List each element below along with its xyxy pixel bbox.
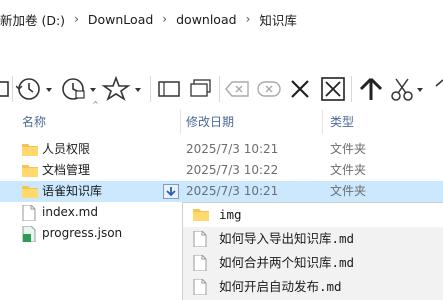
breadcrumb-item-drive[interactable]: 新加卷 (D:) — [0, 10, 65, 29]
subfolder-dropdown: img 如何导入导出知识库.md 如何合并两个知识库.md 如何开启自动发布.m… — [182, 202, 443, 300]
window-icon[interactable] — [154, 66, 184, 112]
column-divider[interactable] — [322, 110, 323, 134]
scissors-icon[interactable] — [388, 66, 428, 112]
file-date: 2025/7/3 10:22 — [186, 163, 279, 177]
partial-icon[interactable] — [428, 66, 443, 112]
file-name: 语雀知识库 — [42, 184, 103, 198]
file-row-selected[interactable]: 语雀知识库 2025/7/3 10:21 文件夹 — [0, 181, 443, 202]
close-icon[interactable] — [286, 66, 314, 112]
close-window-icon[interactable] — [318, 66, 348, 112]
document-icon — [193, 279, 207, 295]
file-date: 2025/7/3 10:21 — [186, 142, 279, 156]
folder-icon — [22, 144, 38, 156]
document-icon — [22, 205, 36, 221]
expand-down-arrow-icon[interactable] — [163, 184, 179, 199]
file-date: 2025/7/3 10:21 — [186, 184, 279, 198]
document-icon — [193, 255, 207, 271]
dropdown-item[interactable]: 如何开启自动发布.md — [183, 275, 443, 299]
dropdown-item[interactable]: 如何导入导出知识库.md — [183, 227, 443, 251]
toolbar-separator — [12, 76, 13, 102]
file-name: 文档管理 — [42, 163, 91, 177]
toolbar-separator — [219, 76, 220, 102]
column-header-modified[interactable]: 修改日期 — [186, 112, 234, 136]
delete-left-icon[interactable] — [222, 66, 252, 112]
dropdown-item-label: 如何合并两个知识库.md — [219, 255, 355, 270]
folder-icon — [22, 186, 38, 198]
recent-time-icon[interactable] — [16, 66, 56, 112]
dropdown-item[interactable]: 如何合并两个知识库.md — [183, 251, 443, 275]
clear-icon[interactable] — [254, 66, 284, 112]
chevron-right-icon[interactable]: › — [162, 12, 167, 26]
file-row[interactable]: 文档管理 2025/7/3 10:22 文件夹 — [0, 160, 443, 181]
folder-icon — [193, 209, 209, 221]
chevron-right-icon[interactable]: › — [74, 12, 79, 26]
breadcrumb-item-download-root[interactable]: DownLoad — [88, 12, 153, 27]
favorite-star-icon[interactable] — [100, 66, 148, 112]
dropdown-item-label: 如何开启自动发布.md — [219, 279, 342, 294]
copy-window-icon[interactable] — [186, 66, 216, 112]
file-name: index.md — [42, 205, 98, 219]
arrow-up-icon[interactable] — [356, 66, 386, 112]
breadcrumb-item-knowledge-base[interactable]: 知识库 — [259, 10, 297, 29]
chevron-right-icon[interactable]: › — [246, 12, 251, 26]
partial-icon[interactable] — [0, 66, 10, 112]
column-header-name[interactable]: 名称 — [22, 112, 46, 136]
file-type: 文件夹 — [330, 163, 367, 177]
file-row[interactable]: 人员权限 2025/7/3 10:21 文件夹 — [0, 139, 443, 160]
breadcrumb-item-download[interactable]: download — [176, 12, 236, 27]
dropdown-item-label: img — [219, 207, 242, 222]
dropdown-item[interactable]: img — [183, 203, 443, 227]
file-name: progress.json — [42, 226, 123, 240]
breadcrumb: 新加卷 (D:) › DownLoad › download › 知识库 — [0, 0, 443, 38]
json-file-icon — [22, 226, 36, 242]
file-type: 文件夹 — [330, 184, 367, 198]
file-type: 文件夹 — [330, 142, 367, 156]
column-header-type[interactable]: 类型 — [330, 112, 354, 136]
document-icon — [193, 231, 207, 247]
toolbar-separator — [150, 76, 151, 102]
file-name: 人员权限 — [42, 142, 91, 156]
toolbar — [0, 66, 443, 112]
toolbar-separator — [351, 76, 352, 102]
dropdown-item-label: 如何导入导出知识库.md — [219, 231, 355, 246]
column-divider[interactable] — [180, 110, 181, 134]
sort-ascending-icon: ^ — [92, 100, 99, 109]
folder-icon — [22, 165, 38, 177]
